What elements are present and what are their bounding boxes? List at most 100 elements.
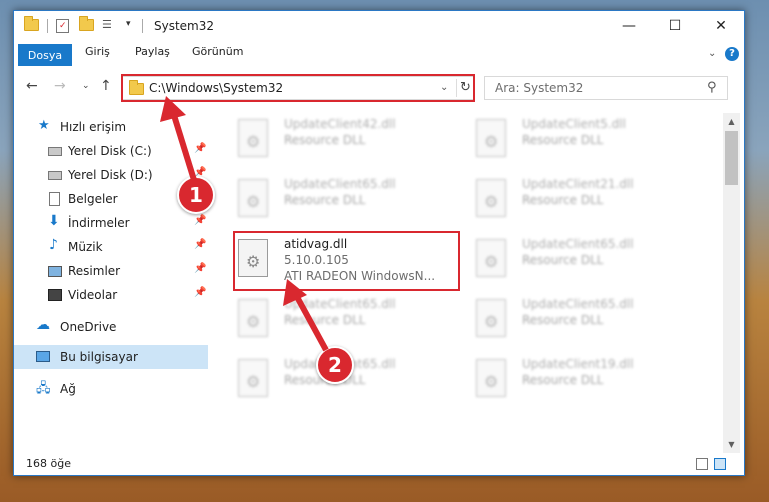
help-icon[interactable]: ? [725, 47, 739, 61]
file-description: Resource DLL [284, 313, 366, 327]
sidebar-item-label: Müzik [68, 240, 103, 254]
drive-icon [48, 147, 62, 156]
file-name: UpdateClient19.dll [522, 357, 634, 371]
file-version: 5.10.0.105 [284, 253, 349, 267]
forward-icon[interactable]: → [54, 78, 66, 94]
sidebar-item-this-pc[interactable]: Bu bilgisayar [14, 345, 208, 369]
sidebar-item-label: Belgeler [68, 192, 118, 206]
pin-icon: 📌 [194, 143, 207, 154]
file-list: UpdateClient42.dll Resource DLL UpdateCl… [220, 113, 730, 453]
properties-icon[interactable]: ✓ [56, 19, 69, 33]
tab-home[interactable]: Giriş [85, 45, 110, 58]
file-name: UpdateClient5.dll [522, 117, 626, 131]
sidebar-item-label: Yerel Disk (D:) [68, 168, 153, 182]
list-item[interactable]: UpdateClient5.dll Resource DLL [458, 113, 688, 173]
view-options-icon[interactable]: ☰ [102, 19, 116, 33]
file-description: Resource DLL [522, 133, 604, 147]
list-item[interactable]: UpdateClient21.dll Resource DLL [458, 173, 688, 233]
sidebar-item-videos[interactable]: Videolar 📌 [14, 283, 208, 307]
file-description: Resource DLL [284, 193, 366, 207]
chevron-down-icon[interactable]: ▾ [126, 19, 131, 33]
chevron-down-icon[interactable]: ⌄ [82, 81, 90, 91]
status-bar: 168 öğe [14, 453, 744, 476]
back-icon[interactable]: ← [26, 78, 38, 94]
tab-file[interactable]: Dosya [18, 44, 72, 66]
vertical-scrollbar[interactable]: ▲ ▼ [723, 113, 740, 453]
pin-icon: 📌 [194, 263, 207, 274]
maximize-button[interactable]: ☐ [652, 11, 698, 41]
pin-icon: 📌 [194, 239, 207, 250]
file-description: Resource DLL [284, 133, 366, 147]
dll-file-icon [238, 239, 268, 277]
list-item[interactable]: UpdateClient65.dll Resource DLL [220, 173, 450, 233]
list-item[interactable]: UpdateClient65.dll Resource DLL [458, 293, 688, 353]
dll-file-icon [476, 179, 506, 217]
network-icon: 🖧 [36, 381, 51, 396]
dll-file-icon [476, 359, 506, 397]
computer-icon [36, 351, 50, 362]
tab-share[interactable]: Paylaş [135, 45, 170, 58]
document-icon [49, 192, 60, 206]
sidebar-item-downloads[interactable]: ⬇ İndirmeler 📌 [14, 211, 208, 235]
sidebar-item-onedrive[interactable]: ☁ OneDrive [14, 315, 208, 339]
file-description: Resource DLL [522, 193, 604, 207]
dll-file-icon [476, 299, 506, 337]
chevron-down-icon[interactable]: ⌄ [708, 48, 716, 59]
new-folder-icon[interactable] [79, 16, 94, 31]
scroll-down-icon[interactable]: ▼ [723, 436, 740, 453]
sidebar-item-quick-access[interactable]: ★ Hızlı erişim [14, 115, 208, 139]
window-title: System32 [154, 19, 215, 33]
file-name: UpdateClient21.dll [522, 177, 634, 191]
list-item[interactable]: UpdateClient42.dll Resource DLL [220, 113, 450, 173]
minimize-button[interactable]: — [606, 11, 652, 41]
address-path[interactable]: C:\Windows\System32 [149, 81, 283, 95]
file-name: UpdateClient65.dll [522, 237, 634, 251]
video-icon [48, 289, 62, 301]
sidebar-item-label: Ağ [60, 382, 76, 396]
ribbon-tabs: Dosya Giriş Paylaş Görünüm ⌄ ? [14, 41, 744, 66]
tab-view[interactable]: Görünüm [192, 45, 243, 58]
file-name: UpdateClient65.dll [522, 297, 634, 311]
pin-icon: 📌 [194, 287, 207, 298]
sidebar-item-pictures[interactable]: Resimler 📌 [14, 259, 208, 283]
dll-file-icon [238, 179, 268, 217]
drive-icon [48, 171, 62, 180]
scrollbar-thumb[interactable] [725, 131, 738, 185]
list-item-atidvag[interactable]: atidvag.dll 5.10.0.105 ATI RADEON Window… [220, 233, 450, 293]
close-button[interactable]: ✕ [698, 11, 744, 41]
list-item[interactable]: UpdateClient19.dll Resource DLL [458, 353, 688, 413]
file-name: UpdateClient42.dll [284, 117, 396, 131]
chevron-down-icon[interactable]: ⌄ [440, 82, 448, 93]
search-placeholder: Ara: System32 [495, 81, 584, 95]
search-icon[interactable]: ⚲ [707, 80, 717, 95]
file-description: Resource DLL [522, 373, 604, 387]
list-item[interactable]: UpdateClient65.dll Resource DLL [458, 233, 688, 293]
sidebar-item-label: Videolar [68, 288, 118, 302]
file-name: UpdateClient65.dll [284, 177, 396, 191]
sidebar-item-network[interactable]: 🖧 Ağ [14, 377, 208, 401]
divider [142, 19, 143, 33]
address-bar[interactable]: C:\Windows\System32 ⌄ ↻ [122, 76, 474, 100]
up-icon[interactable]: ↑ [100, 78, 112, 94]
search-input[interactable]: Ara: System32 ⚲ [484, 76, 728, 100]
navigation-bar: ← → ⌄ ↑ C:\Windows\System32 ⌄ ↻ Ara: Sys… [14, 71, 744, 103]
sidebar-item-label: OneDrive [60, 320, 117, 334]
title-bar[interactable]: ✓ ☰ ▾ System32 — ☐ ✕ [14, 11, 744, 41]
download-icon: ⬇ [48, 213, 60, 229]
sidebar-item-label: Hızlı erişim [60, 120, 127, 134]
details-view-icon[interactable] [696, 458, 708, 470]
list-item[interactable]: UpdateClient65.dll Resource DLL [220, 293, 450, 353]
tiles-view-icon[interactable] [714, 458, 726, 470]
file-description: Resource DLL [522, 313, 604, 327]
dll-file-icon [238, 299, 268, 337]
scroll-up-icon[interactable]: ▲ [723, 113, 740, 130]
pin-icon: 📌 [194, 215, 207, 226]
file-description: ATI RADEON WindowsN... [284, 269, 436, 283]
sidebar-item-local-disk-c[interactable]: Yerel Disk (C:) 📌 [14, 139, 208, 163]
sidebar-item-label: Yerel Disk (C:) [68, 144, 152, 158]
refresh-icon[interactable]: ↻ [456, 79, 474, 97]
sidebar-item-local-disk-d[interactable]: Yerel Disk (D:) 📌 [14, 163, 208, 187]
navigation-pane: ★ Hızlı erişim Yerel Disk (C:) 📌 Yerel D… [14, 113, 220, 453]
sidebar-item-music[interactable]: ♪ Müzik 📌 [14, 235, 208, 259]
divider [47, 19, 48, 33]
